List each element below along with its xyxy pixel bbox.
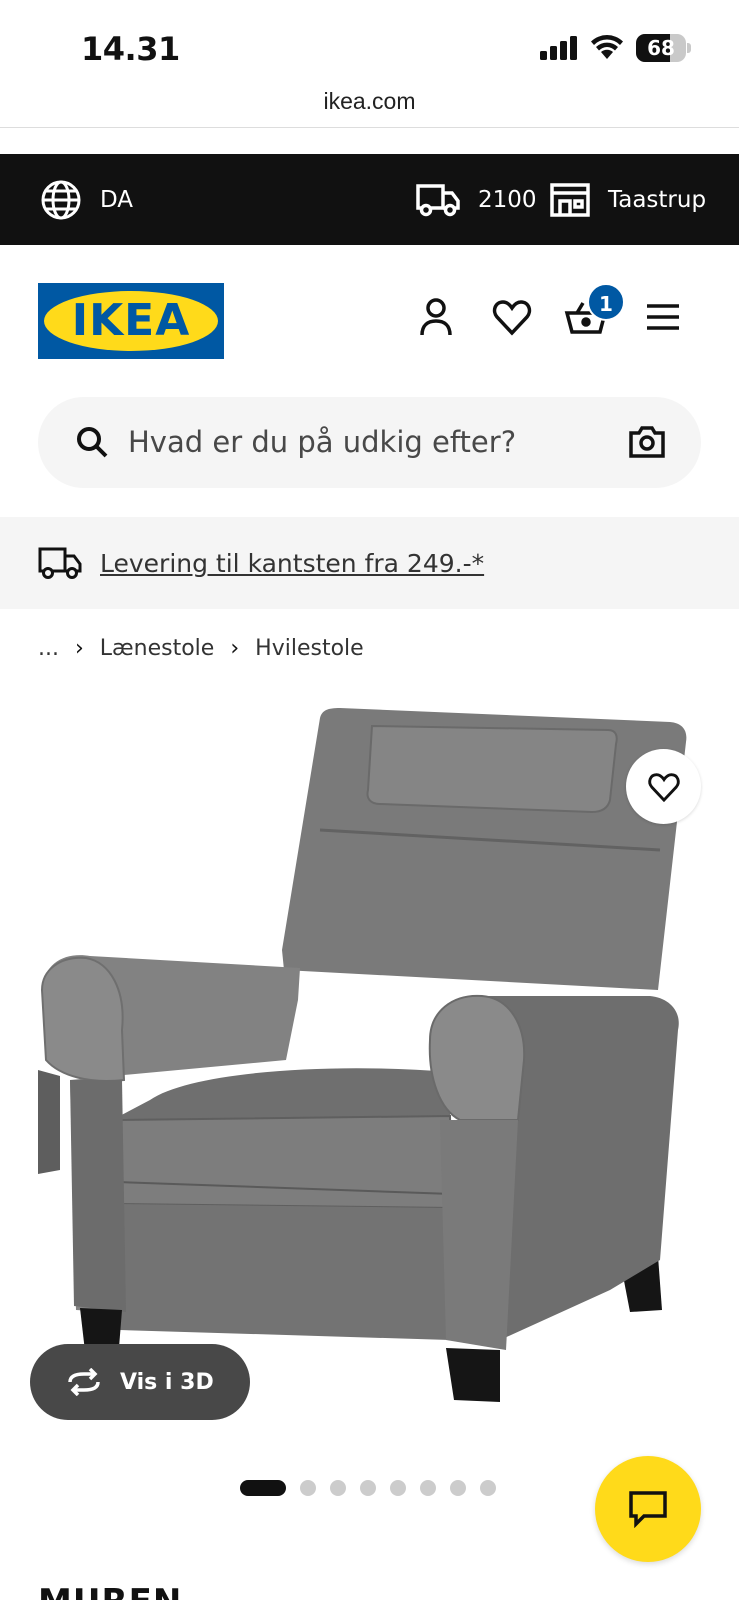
breadcrumb-item-laenestole[interactable]: Lænestole (100, 636, 215, 661)
carousel-dot[interactable] (360, 1480, 376, 1496)
chat-bubble-icon (629, 1491, 667, 1528)
store-icon (550, 182, 590, 217)
heart-icon (647, 772, 680, 802)
store-selector[interactable]: Taastrup (550, 154, 706, 245)
search-bar[interactable] (38, 397, 701, 488)
carousel-dot[interactable] (240, 1480, 286, 1496)
url-text: ikea.com (323, 88, 416, 114)
delivery-promo-banner: Levering til kantsten fra 249.-* (0, 517, 739, 609)
carousel-dot[interactable] (330, 1480, 346, 1496)
carousel-dot[interactable] (300, 1480, 316, 1496)
cart-count-badge: 1 (587, 283, 625, 321)
status-time: 14.31 (81, 30, 180, 68)
camera-search-icon[interactable] (628, 424, 666, 460)
delivery-postcode-selector[interactable]: 2100 (416, 154, 537, 245)
site-header: IKEA 1 (0, 245, 739, 395)
language-selector[interactable]: DA (40, 154, 133, 245)
search-input[interactable] (128, 417, 598, 467)
delivery-promo-link[interactable]: Levering til kantsten fra 249.-* (100, 549, 484, 578)
battery-indicator: 68 (636, 34, 691, 62)
breadcrumb: ... › Lænestole › Hvilestole (38, 630, 364, 666)
delivery-truck-icon (38, 547, 82, 579)
status-bar: 14.31 68 (0, 0, 739, 90)
battery-percent: 68 (647, 36, 675, 60)
product-name: MUREN (38, 1582, 182, 1600)
view-in-3d-button[interactable]: Vis i 3D (30, 1344, 250, 1420)
browser-url-bar[interactable]: ikea.com (0, 80, 739, 128)
top-utility-bar: DA 2100 Taastrup (0, 154, 739, 245)
account-icon[interactable] (414, 295, 458, 339)
carousel-dot[interactable] (390, 1480, 406, 1496)
ikea-logo[interactable]: IKEA (38, 283, 224, 359)
carousel-dot[interactable] (480, 1480, 496, 1496)
carousel-dot[interactable] (420, 1480, 436, 1496)
chat-button[interactable] (595, 1456, 701, 1562)
add-to-wishlist-button[interactable] (626, 749, 701, 824)
image-carousel-pagination (240, 1480, 510, 1496)
chevron-right-icon: › (74, 635, 84, 661)
product-image[interactable] (30, 700, 720, 1440)
menu-hamburger-icon[interactable] (641, 295, 685, 339)
chevron-right-icon: › (230, 635, 240, 661)
search-icon (77, 427, 108, 458)
postal-code-label: 2100 (478, 186, 537, 213)
language-label: DA (100, 186, 134, 213)
view-in-3d-label: Vis i 3D (120, 1369, 214, 1395)
store-label: Taastrup (608, 186, 707, 213)
cellular-signal-icon (540, 36, 577, 60)
breadcrumb-ellipsis[interactable]: ... (38, 636, 59, 661)
breadcrumb-item-hvilestole[interactable]: Hvilestole (255, 636, 364, 661)
wifi-icon (591, 35, 623, 59)
rotate-3d-icon (68, 1368, 100, 1396)
delivery-truck-icon (416, 183, 460, 216)
globe-icon (41, 180, 81, 219)
carousel-dot[interactable] (450, 1480, 466, 1496)
wishlist-heart-icon[interactable] (490, 295, 534, 339)
